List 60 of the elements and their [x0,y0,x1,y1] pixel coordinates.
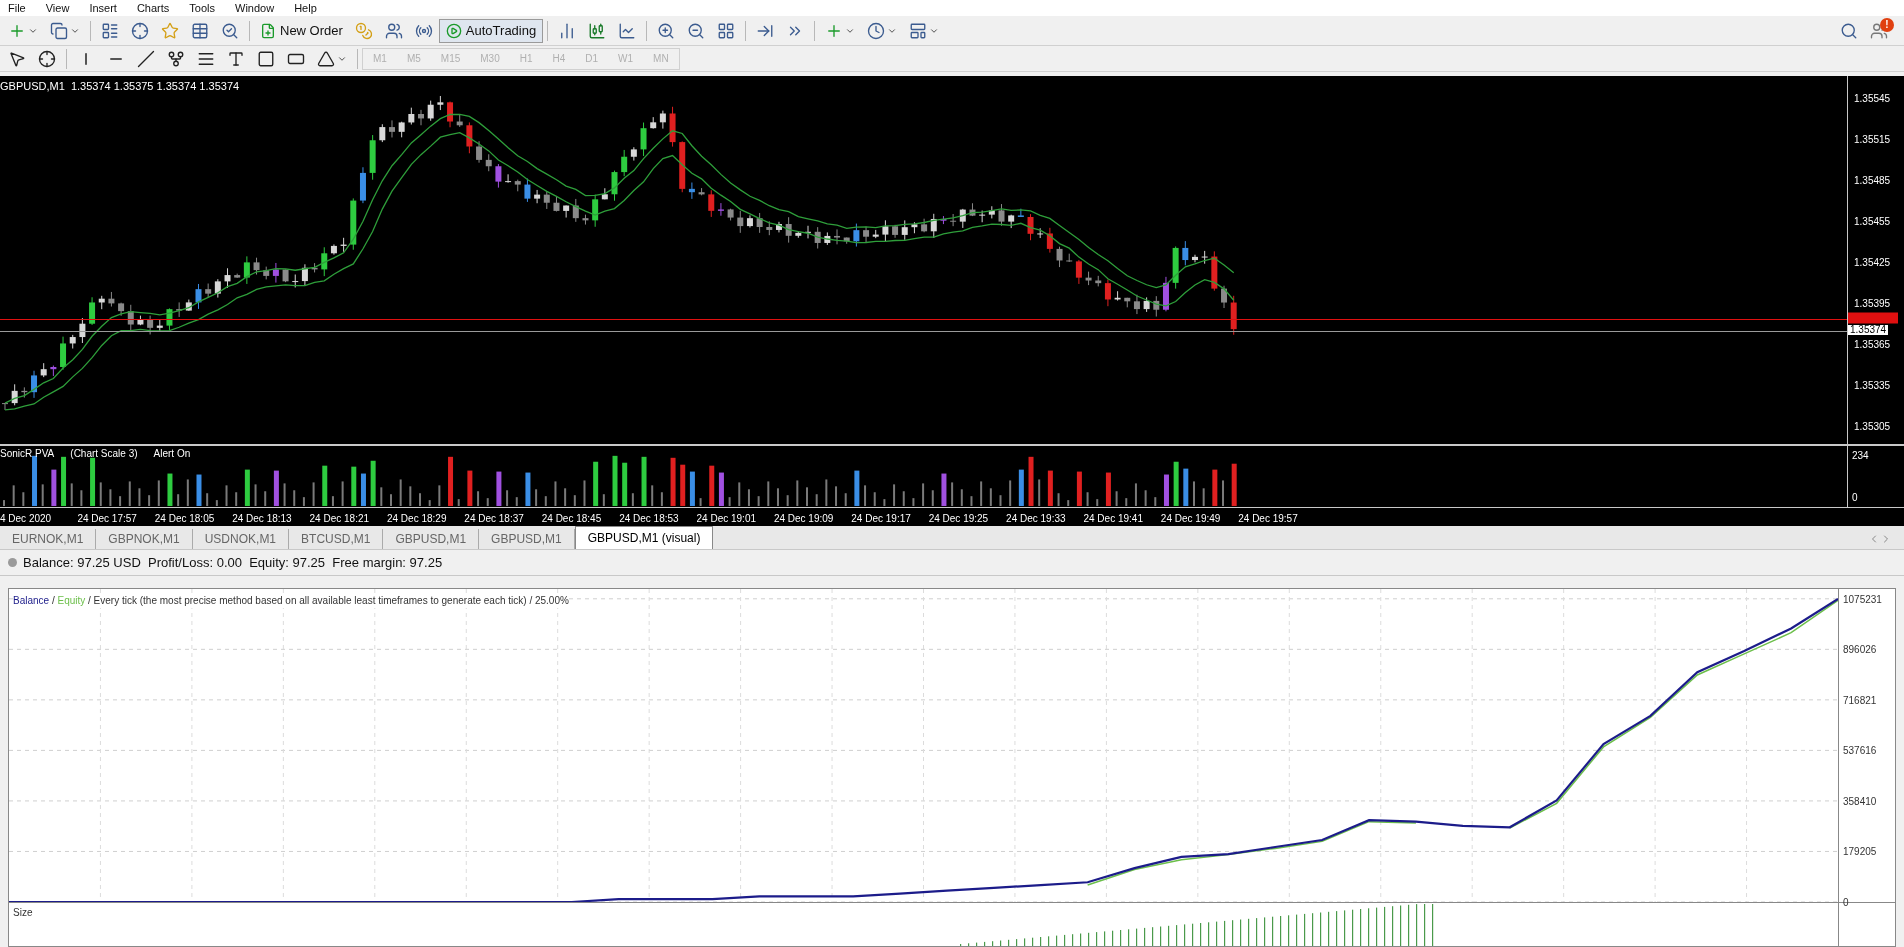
time-axis-label: 24 Dec 18:05 [154,513,215,524]
time-axis-label: 24 Dec 19:01 [696,513,756,524]
price-axis-label: 1.35305 [1854,422,1891,433]
menu-item[interactable]: View [45,0,70,17]
chart-tab[interactable]: GBPNOK,M1 [96,529,193,549]
chart-tab[interactable]: EURNOK,M1 [0,529,97,549]
notification-badge: ! [1880,17,1894,32]
indicator-axis-label: 0 [1852,491,1859,505]
menu-item[interactable]: Tools [189,0,215,17]
price-axis-label: 1.35485 [1854,175,1891,186]
graph-legend: Balance / Equity / Every tick (the most precise method based on all available least timeframes to generate each tick) / 25.00% [13,593,569,608]
time-axis-label: 24 Dec 19:09 [773,513,834,524]
menu-item[interactable]: Charts [136,0,170,17]
graph-axis-label: 896026 [1843,642,1877,657]
indicator-title: SonicR PVA [0,447,55,461]
time-axis-label: 4 Dec 2020 [0,513,52,524]
graph-axis-label: 716821 [1843,693,1877,708]
indicator-scale: (Chart Scale 3) [70,447,138,461]
graph-axis-label: 358410 [1843,794,1877,809]
new-order-button[interactable]: New Order [254,18,349,43]
price-axis-label: 1.35455 [1854,216,1891,227]
chart-tab[interactable]: BTCUSD,M1 [289,529,384,549]
time-axis-label: 24 Dec 19:57 [1238,513,1298,524]
price-axis-label: 1.35425 [1854,258,1891,268]
chart-tab[interactable]: USDNOK,M1 [192,529,290,549]
graph-axis-label: 1075231 [1843,592,1882,607]
price-axis-label: 1.35395 [1854,299,1891,310]
time-axis-label: 24 Dec 19:17 [851,513,911,524]
time-axis-label: 24 Dec 19:25 [928,513,989,524]
time-axis-label: 24 Dec 18:45 [541,513,602,524]
time-axis-label: 24 Dec 19:41 [1083,513,1143,524]
menu-item[interactable]: File [8,0,26,17]
current-price-label: 1.35374 [1848,324,1889,335]
size-panel-label: Size [13,906,33,920]
graph-axis-label: 0 [1843,895,1849,910]
account-summary: Balance: 97.25 USD Profit/Loss: 0.00 Equity: 97.25 Free margin: 97.25 [23,553,443,572]
time-axis-label: 24 Dec 18:29 [386,513,447,524]
auto-trading-button[interactable]: AutoTrading [438,18,544,43]
time-axis-label: 24 Dec 18:53 [619,513,679,524]
indicator-axis-label: 234 [1852,449,1870,463]
time-axis-label: 24 Dec 18:13 [232,513,292,524]
time-axis-label: 24 Dec 18:37 [464,513,524,524]
time-axis-label: 24 Dec 18:21 [309,513,370,524]
price-axis-label: 1.35365 [1854,340,1891,351]
chart-tab[interactable]: GBPUSD,M1 [479,529,575,549]
menu-item[interactable]: Insert [89,0,117,17]
price-axis-label: 1.35545 [1854,93,1891,104]
menu-item[interactable]: Help [294,0,317,17]
graph-axis-label: 537616 [1843,743,1877,758]
chart-symbol-header: GBPUSD,M1 1.35374 1.35375 1.35374 1.35374 [0,79,240,94]
time-axis-label: 24 Dec 19:49 [1160,513,1221,524]
price-axis-label: 1.35335 [1854,381,1891,392]
price-axis-label: 1.35515 [1854,134,1891,145]
menu-item[interactable]: Window [235,0,275,17]
chart-tab[interactable]: GBPUSD,M1 [383,529,480,549]
chart-tab[interactable]: GBPUSD,M1 (visual) [574,526,714,549]
time-axis-label: 24 Dec 19:33 [1006,513,1066,524]
time-axis-label: 24 Dec 17:57 [77,513,137,524]
graph-axis-label: 179205 [1843,844,1877,859]
indicator-alert-status: Alert On [153,447,191,461]
